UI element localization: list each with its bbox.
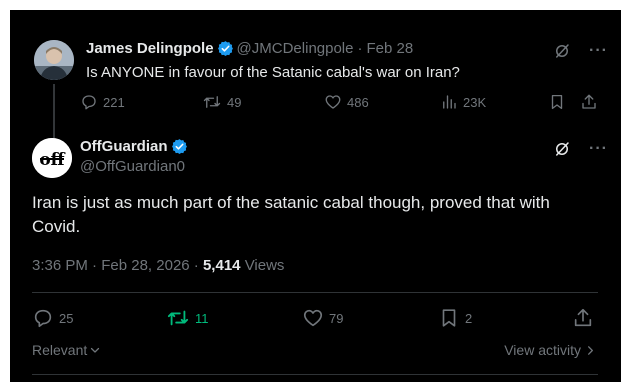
- parent-like-button[interactable]: 486: [324, 93, 369, 111]
- meta-separator: ·: [92, 257, 98, 274]
- tweet-date[interactable]: Feb 28, 2026: [101, 257, 189, 274]
- parent-tweet-header: James Delingpole @JMCDelingpole · Feb 28: [86, 40, 413, 57]
- chevron-right-icon: [585, 345, 596, 356]
- reply-button[interactable]: 25: [32, 307, 73, 329]
- view-activity-label: View activity: [504, 342, 581, 358]
- main-tweet-meta: 3:36 PM · Feb 28, 2026 · 5,414 Views: [32, 257, 284, 274]
- parent-reply-count: 221: [103, 94, 125, 110]
- parent-views-button[interactable]: 23K: [440, 93, 486, 111]
- reply-icon: [32, 307, 54, 329]
- view-activity-link[interactable]: View activity: [504, 342, 596, 358]
- parent-repost-count: 49: [227, 94, 242, 110]
- chevron-down-icon: [89, 344, 101, 356]
- share-icon: [572, 307, 594, 329]
- parent-tweet-date[interactable]: Feb 28: [367, 40, 414, 57]
- repost-button[interactable]: 11: [166, 307, 209, 329]
- tweet-detail-panel: James Delingpole @JMCDelingpole · Feb 28…: [10, 10, 621, 382]
- header-separator: ·: [357, 40, 363, 57]
- repost-icon: [202, 93, 222, 111]
- more-icon[interactable]: ···: [589, 42, 608, 60]
- parent-views-count: 23K: [463, 94, 487, 110]
- more-icon[interactable]: ···: [589, 140, 608, 158]
- main-tweet-top-actions: ···: [553, 140, 608, 158]
- reply-icon: [80, 93, 98, 111]
- divider: [32, 292, 598, 293]
- bookmark-icon: [438, 307, 460, 329]
- views-icon: [440, 93, 458, 111]
- parent-author-handle[interactable]: @JMCDelingpole: [237, 40, 354, 57]
- thread-connector-line: [53, 84, 55, 138]
- like-count: 79: [329, 310, 344, 326]
- bookmark-button[interactable]: 2: [438, 307, 472, 329]
- main-author-avatar[interactable]: off: [32, 138, 72, 178]
- parent-bookmark-button[interactable]: [548, 93, 566, 111]
- parent-tweet-text: Is ANYONE in favour of the Satanic cabal…: [86, 64, 460, 81]
- views-count: 5,414: [202, 257, 241, 274]
- sort-replies-dropdown[interactable]: Relevant: [32, 342, 101, 358]
- repost-count: 11: [195, 310, 209, 326]
- sort-label: Relevant: [32, 342, 88, 358]
- main-tweet-text: Iran is just as much part of the satanic…: [32, 193, 550, 236]
- grok-icon[interactable]: [553, 42, 571, 60]
- main-tweet-name-row: OffGuardian: [80, 138, 191, 155]
- reply-count: 25: [59, 310, 74, 326]
- views-label: Views: [244, 257, 285, 274]
- parent-tweet-actions: 221 49 486 23K: [80, 93, 600, 115]
- like-icon: [324, 93, 342, 111]
- like-icon: [302, 307, 324, 329]
- parent-author-name[interactable]: James Delingpole: [86, 40, 214, 57]
- parent-like-count: 486: [347, 94, 369, 110]
- verified-badge-icon: [171, 138, 188, 155]
- parent-author-avatar[interactable]: [34, 40, 74, 80]
- share-icon: [580, 93, 598, 111]
- parent-repost-button[interactable]: 49: [202, 93, 241, 111]
- parent-reply-button[interactable]: 221: [80, 93, 125, 111]
- main-tweet-actions: 25 11 79 2: [32, 306, 598, 332]
- main-author-name[interactable]: OffGuardian: [80, 138, 168, 155]
- parent-tweet-top-actions: ···: [553, 42, 608, 60]
- meta-separator: ·: [193, 257, 199, 274]
- like-button[interactable]: 79: [302, 307, 343, 329]
- tweet-time[interactable]: 3:36 PM: [32, 257, 88, 274]
- bookmark-count: 2: [465, 310, 473, 326]
- divider: [32, 374, 598, 375]
- main-author-handle[interactable]: @OffGuardian0: [80, 158, 185, 175]
- bookmark-icon: [548, 93, 566, 111]
- share-button[interactable]: [572, 307, 594, 329]
- grok-icon[interactable]: [553, 140, 571, 158]
- parent-share-button[interactable]: [580, 93, 598, 111]
- verified-badge-icon: [217, 40, 234, 57]
- repost-icon: [166, 307, 190, 329]
